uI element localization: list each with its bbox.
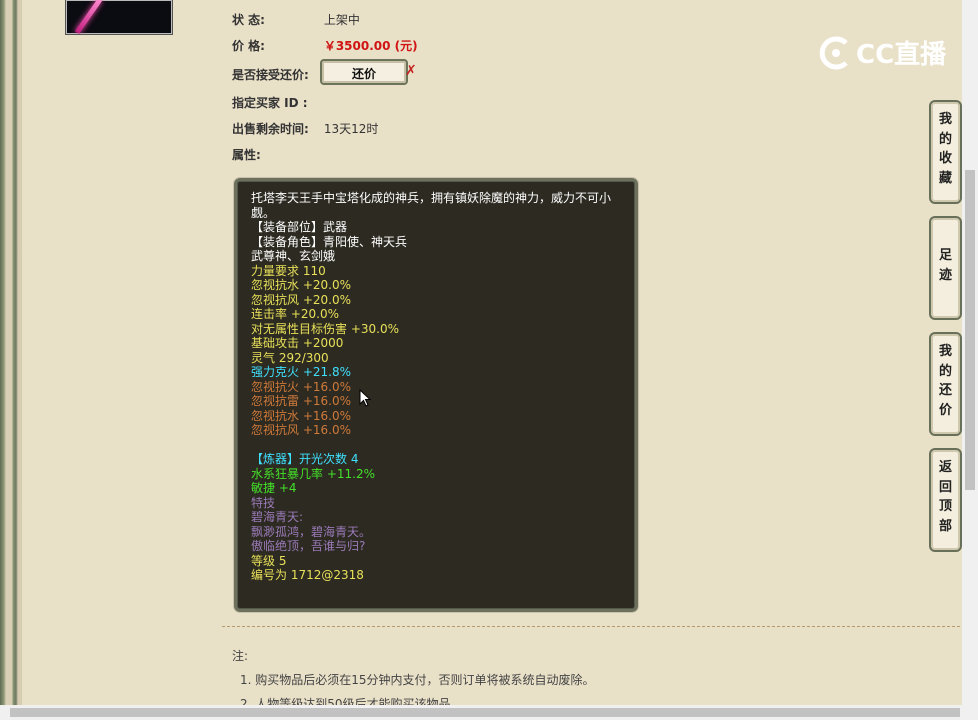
weapon-image — [74, 0, 103, 34]
vertical-scrollbar[interactable] — [962, 0, 978, 705]
counter-offer-button[interactable]: 还价 — [320, 59, 408, 85]
counter-offer-label: 是否接受还价: — [232, 68, 309, 82]
tooltip-line: 对无属性目标伤害 +30.0% — [251, 321, 399, 336]
status-label: 状 态: — [232, 13, 265, 27]
buyer-id-row: 指定买家 ID : — [232, 94, 320, 111]
tooltip-line: 强力克火 +21.8% — [251, 365, 351, 379]
tooltip-line: 等级 5 — [251, 553, 287, 568]
horizontal-scrollbar[interactable] — [0, 705, 978, 720]
tooltip-line — [251, 438, 621, 453]
item-attributes-panel: 托塔李天王手中宝塔化成的神兵，拥有镇妖除魔的神力，威力不可小 觑。 【装备部位】… — [234, 178, 638, 612]
footprints-button[interactable]: 足 迹 — [929, 216, 962, 320]
remaining-time-row: 出售剩余时间: 13天12时 — [232, 120, 378, 137]
note-item: 1. 购买物品后必须在15分钟内支付，否则订单将被系统自动废除。 — [240, 673, 595, 687]
status-value: 上架中 — [323, 13, 360, 27]
back-to-top-button[interactable]: 返 回 顶 部 — [929, 448, 962, 552]
tooltip-line: 【装备部位】武器 — [251, 220, 348, 234]
price-label: 价 格: — [232, 39, 265, 53]
item-thumbnail[interactable] — [65, 0, 173, 35]
vertical-scroll-thumb[interactable] — [965, 170, 975, 490]
mouse-cursor-icon — [359, 389, 371, 407]
tooltip-line: 忽视抗水 +16.0% — [251, 408, 351, 423]
tooltip-line: 编号为 1712@2318 — [251, 568, 364, 582]
price-value: ￥3500.00 (元) — [323, 39, 418, 53]
my-offers-button[interactable]: 我 的 还 价 — [929, 332, 962, 436]
tooltip-line: 基础攻击 +2000 — [251, 336, 344, 350]
price-row: 价 格: ￥3500.00 (元) — [232, 37, 418, 54]
tooltip-line: 忽视抗火 +16.0% — [251, 379, 351, 394]
counter-offer-row: 是否接受还价: — [232, 66, 320, 83]
buyer-id-label: 指定买家 ID : — [232, 96, 308, 110]
tooltip-line: 忽视抗风 +20.0% — [251, 292, 351, 307]
remaining-time-value: 13天12时 — [323, 122, 379, 136]
tooltip-line: 碧海青天: — [251, 510, 304, 524]
tooltip-line: 水系狂暴几率 +11.2% — [251, 466, 375, 481]
horizontal-scroll-thumb[interactable] — [10, 708, 960, 717]
tooltip-line: 【炼器】开光次数 4 — [251, 452, 359, 466]
tooltip-line: 连击率 +20.0% — [251, 307, 339, 321]
attributes-row: 属性: — [232, 146, 320, 163]
tooltip-line: 武尊神、玄剑娥 — [251, 249, 336, 263]
tooltip-line: 飘渺孤鸿，碧海青天。 — [251, 524, 372, 539]
tooltip-line: 忽视抗风 +16.0% — [251, 423, 351, 437]
section-divider — [222, 626, 960, 627]
tooltip-line: 托塔李天王手中宝塔化成的神兵，拥有镇妖除魔的神力，威力不可小 — [251, 191, 612, 205]
tooltip-line: 傲临绝顶，吾谁与归? — [251, 539, 366, 553]
cc-logo-icon — [819, 36, 848, 69]
left-frame-border — [0, 0, 22, 720]
tooltip-line: 觑。 — [251, 205, 276, 220]
notes-title: 注: — [232, 649, 249, 663]
tooltip-line: 【装备角色】青阳使、神天兵 — [251, 234, 408, 249]
tooltip-line: 特技 — [251, 495, 276, 510]
tooltip-line: 忽视抗雷 +16.0% — [251, 394, 351, 408]
tooltip-line: 灵气 292/300 — [251, 350, 329, 365]
remaining-time-label: 出售剩余时间: — [232, 122, 309, 136]
my-favorites-button[interactable]: 我 的 收 藏 — [929, 100, 962, 204]
tooltip-line: 力量要求 110 — [251, 263, 326, 278]
attributes-label: 属性: — [232, 148, 261, 162]
cc-live-watermark: CC直播 — [818, 34, 948, 70]
close-icon[interactable]: ✗ — [405, 63, 417, 79]
status-row: 状 态: 上架中 — [232, 11, 360, 28]
tooltip-line: 敏捷 +4 — [251, 481, 297, 495]
watermark-text: CC直播 — [856, 40, 947, 70]
tooltip-line: 忽视抗水 +20.0% — [251, 278, 351, 292]
